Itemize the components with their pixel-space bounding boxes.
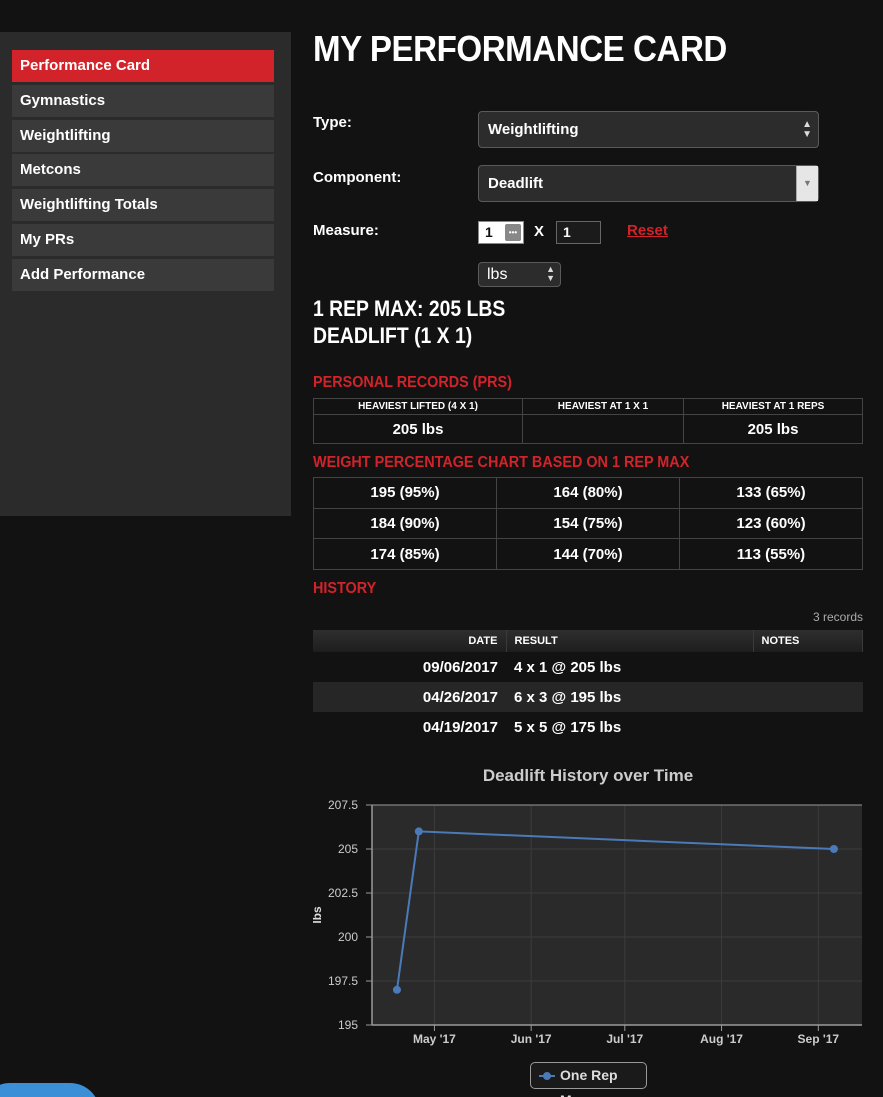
prs-header: HEAVIEST LIFTED (4 X 1) <box>313 398 523 415</box>
percentage-table: 195 (95%) 164 (80%) 133 (65%) 184 (90%) … <box>313 477 863 571</box>
prs-header: HEAVIEST AT 1 REPS <box>683 398 863 415</box>
history-header-result[interactable]: RESULT <box>506 630 754 652</box>
history-table: DATE RESULT NOTES 09/06/2017 4 x 1 @ 205… <box>313 630 863 742</box>
y-tick-label: 195 <box>338 1018 358 1032</box>
prs-value <box>522 414 684 444</box>
one-rep-max-headline: 1 REP MAX: 205 LBS <box>313 296 506 321</box>
history-result: 4 x 1 @ 205 lbs <box>514 658 622 676</box>
history-notes <box>753 682 863 712</box>
chart-legend-item[interactable]: One Rep Max <box>530 1062 647 1097</box>
prs-value: 205 lbs <box>313 414 523 444</box>
percentage-cell: 174 (85%) <box>313 538 497 571</box>
history-notes <box>753 652 863 682</box>
sets-value: 1 <box>485 224 493 240</box>
history-date: 09/06/2017 <box>422 658 498 676</box>
sidebar-item-weightlifting-totals[interactable]: Weightlifting Totals <box>12 189 274 222</box>
keypad-icon[interactable]: ••• <box>505 224 521 241</box>
history-chart: 195 197.5 200 202.5 205 207.5 May '17 Jun '17 Ju… <box>313 798 862 1046</box>
type-select[interactable]: Weightlifting ▲ ▼ <box>478 111 819 148</box>
percentage-cell: 184 (90%) <box>313 507 497 540</box>
data-point <box>392 985 401 994</box>
percentage-cell: 154 (75%) <box>496 507 680 540</box>
history-header-date[interactable]: DATE <box>313 630 507 652</box>
percentage-cell: 113 (55%) <box>679 538 863 571</box>
percentage-cell: 164 (80%) <box>496 477 680 509</box>
y-tick-label: 197.5 <box>328 974 358 988</box>
history-date: 04/19/2017 <box>422 718 498 736</box>
sets-input[interactable]: 1 ••• <box>478 221 524 244</box>
prs-section-title: PERSONAL RECORDS (PRS) <box>313 374 512 391</box>
y-tick-label: 207.5 <box>328 798 358 812</box>
select-arrows-icon: ▲ ▼ <box>802 118 812 140</box>
history-section-title: HISTORY <box>313 580 377 597</box>
x-tick-label: May '17 <box>413 1032 456 1046</box>
page-title: MY PERFORMANCE CARD <box>313 28 727 69</box>
x-tick-label: Aug '17 <box>700 1032 743 1046</box>
prs-header: HEAVIEST AT 1 X 1 <box>522 398 684 415</box>
sidebar-item-metcons[interactable]: Metcons <box>12 154 274 187</box>
chart-title: Deadlift History over Time <box>482 766 694 785</box>
unit-select[interactable]: lbs ▲ ▼ <box>478 262 561 287</box>
y-tick-label: 202.5 <box>328 886 358 900</box>
component-select[interactable]: Deadlift ▼ <box>478 165 819 202</box>
data-point <box>414 827 423 836</box>
x-tick-label: Sep '17 <box>798 1032 840 1046</box>
reset-link[interactable]: Reset <box>627 222 668 239</box>
sidebar-item-weightlifting[interactable]: Weightlifting <box>12 119 274 152</box>
sidebar-item-my-prs[interactable]: My PRs <box>12 223 274 256</box>
chevron-down-icon[interactable]: ▼ <box>796 166 818 201</box>
y-axis-label: lbs <box>313 906 324 924</box>
sidebar-item-add-performance[interactable]: Add Performance <box>12 258 274 291</box>
reps-input[interactable]: 1 <box>556 221 601 244</box>
prs-table: HEAVIEST LIFTED (4 X 1) HEAVIEST AT 1 X … <box>313 398 863 444</box>
select-arrows-icon: ▲ ▼ <box>546 264 555 283</box>
sidebar-nav: Performance Card Gymnastics Weightliftin… <box>12 50 274 294</box>
history-notes <box>753 712 863 742</box>
x-tick-label: Jun '17 <box>511 1032 552 1046</box>
legend-label: One Rep Max <box>560 1067 618 1097</box>
prs-value: 205 lbs <box>683 414 863 444</box>
unit-select-value: lbs <box>487 266 508 283</box>
data-point <box>829 845 838 853</box>
table-row[interactable]: 04/26/2017 6 x 3 @ 195 lbs <box>313 682 863 712</box>
history-result: 6 x 3 @ 195 lbs <box>506 682 753 712</box>
type-label: Type: <box>313 114 352 131</box>
percentage-cell: 195 (95%) <box>313 477 497 509</box>
legend-swatch-icon <box>539 1072 555 1080</box>
history-header-notes[interactable]: NOTES <box>753 630 863 652</box>
percentage-cell: 144 (70%) <box>496 538 680 571</box>
component-label: Component: <box>313 169 402 186</box>
percentage-cell: 133 (65%) <box>679 477 863 509</box>
y-tick-label: 200 <box>338 930 358 944</box>
table-row[interactable]: 09/06/2017 4 x 1 @ 205 lbs <box>313 652 863 682</box>
history-result: 5 x 5 @ 175 lbs <box>514 718 622 736</box>
sidebar-item-gymnastics[interactable]: Gymnastics <box>12 84 274 117</box>
measure-label: Measure: <box>313 222 379 239</box>
type-select-value: Weightlifting <box>488 121 579 138</box>
history-date: 04/26/2017 <box>313 682 506 712</box>
reps-value: 1 <box>563 224 571 240</box>
plot-area <box>372 805 862 1025</box>
percentage-cell: 123 (60%) <box>679 507 863 540</box>
times-symbol: X <box>534 223 545 240</box>
help-button[interactable] <box>0 1083 100 1097</box>
table-row[interactable]: 04/19/2017 5 x 5 @ 175 lbs <box>313 712 863 742</box>
x-tick-label: Jul '17 <box>606 1032 643 1046</box>
sidebar-item-performance-card[interactable]: Performance Card <box>12 50 274 82</box>
y-tick-label: 205 <box>338 842 358 856</box>
component-select-value: Deadlift <box>488 175 544 192</box>
records-count: 3 records <box>812 610 863 624</box>
sidebar: Performance Card Gymnastics Weightliftin… <box>0 32 291 516</box>
lift-summary-headline: DEADLIFT (1 X 1) <box>313 323 473 348</box>
percentage-section-title: WEIGHT PERCENTAGE CHART BASED ON 1 REP M… <box>313 454 690 471</box>
